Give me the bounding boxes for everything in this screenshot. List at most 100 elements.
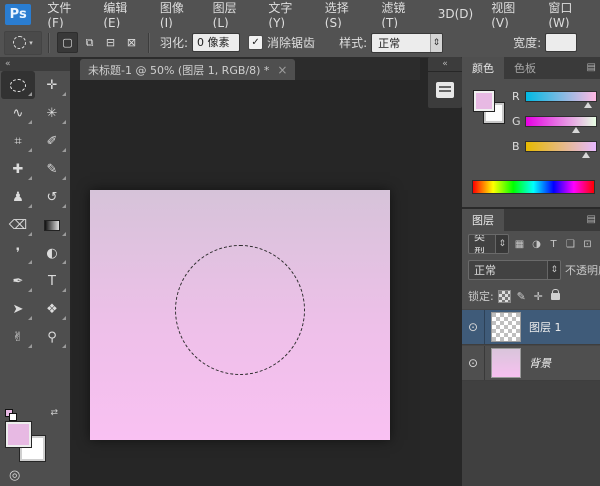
red-slider-handle[interactable] xyxy=(584,102,592,108)
brush-tool[interactable]: ✎ xyxy=(35,155,69,183)
green-slider[interactable] xyxy=(525,116,597,127)
lock-label: 锁定: xyxy=(468,288,494,304)
swap-colors-icon[interactable]: ⇄ xyxy=(50,408,58,418)
blur-tool[interactable]: ❜ xyxy=(1,239,35,267)
move-icon: ✛ xyxy=(47,78,58,93)
eraser-tool[interactable]: ⌫ xyxy=(1,211,35,239)
visibility-eye-icon[interactable]: ⊙ xyxy=(462,346,485,380)
foreground-color-swatch[interactable] xyxy=(474,91,494,111)
subtract-from-selection-button[interactable]: ⊟ xyxy=(101,33,120,52)
blue-slider-handle[interactable] xyxy=(582,152,590,158)
background-thumbnail[interactable] xyxy=(491,348,521,378)
blue-slider-label: B xyxy=(512,140,525,153)
panel-menu-icon[interactable]: ▤ xyxy=(587,62,596,73)
document-canvas[interactable] xyxy=(90,190,390,440)
history-brush-tool[interactable]: ↺ xyxy=(35,183,69,211)
menu-window[interactable]: 窗口(W) xyxy=(539,0,600,28)
opacity-label: 不透明度: xyxy=(565,262,600,278)
pen-tool[interactable]: ✒ xyxy=(1,267,35,295)
shape-icon: ❖ xyxy=(46,302,58,317)
document-tab-bar: 未标题-1 @ 50% (图层 1, RGB/8) * × xyxy=(70,57,420,80)
tab-color[interactable]: 颜色 xyxy=(462,57,504,79)
antialias-checkbox[interactable]: ✓ xyxy=(248,35,263,50)
menu-edit[interactable]: 编辑(E) xyxy=(94,0,151,28)
collapsed-dock: « xyxy=(428,57,462,108)
new-selection-button[interactable]: ▢ xyxy=(57,32,78,53)
gradient-tool[interactable] xyxy=(35,211,69,239)
collapsed-panel-icon[interactable] xyxy=(436,82,454,98)
tools-panel: « ✛ ∿ ✳ ⌗ ✐ ✚ ✎ ♟ ↺ ⌫ ❜ ◐ ✒ T ➤ ❖ ✌ ⚲ xyxy=(0,57,71,486)
filter-smart-objects-icon[interactable]: ⊡ xyxy=(581,239,594,250)
green-slider-handle[interactable] xyxy=(572,127,580,133)
magic-wand-tool[interactable]: ✳ xyxy=(35,99,69,127)
quick-mask-button[interactable]: ◎ xyxy=(9,468,31,484)
lock-all-icon[interactable] xyxy=(551,293,560,300)
healing-brush-tool[interactable]: ✚ xyxy=(1,155,35,183)
clone-stamp-tool[interactable]: ♟ xyxy=(1,183,35,211)
tool-preset-button[interactable]: ▾ xyxy=(4,31,42,55)
menu-file[interactable]: 文件(F) xyxy=(38,0,94,28)
menu-layer[interactable]: 图层(L) xyxy=(204,0,260,28)
menu-select[interactable]: 选择(S) xyxy=(316,0,373,28)
canvas-viewport[interactable] xyxy=(70,80,420,486)
type-icon: T xyxy=(48,274,56,289)
width-input[interactable] xyxy=(545,33,577,52)
intersect-selection-button[interactable]: ⊠ xyxy=(122,33,141,52)
tab-layers[interactable]: 图层 xyxy=(462,209,504,231)
toolbar-collapse-button[interactable]: « xyxy=(0,57,70,71)
layers-panel-menu-icon[interactable]: ▤ xyxy=(587,214,596,225)
filter-shape-layers-icon[interactable]: ❑ xyxy=(564,239,577,250)
add-to-selection-button[interactable]: ⧉ xyxy=(80,33,99,52)
elliptical-marquee-tool[interactable] xyxy=(1,71,35,99)
feather-label: 羽化: xyxy=(160,34,188,51)
lock-position-icon[interactable]: ✛ xyxy=(532,290,545,303)
blend-mode-select[interactable]: 正常 ⇕ xyxy=(468,260,561,280)
tool-grid: ✛ ∿ ✳ ⌗ ✐ ✚ ✎ ♟ ↺ ⌫ ❜ ◐ ✒ T ➤ ❖ ✌ ⚲ xyxy=(0,71,70,351)
gradient-icon xyxy=(44,220,60,231)
lasso-icon: ∿ xyxy=(13,106,24,121)
menu-3d[interactable]: 3D(D) xyxy=(429,0,482,28)
filter-type-layers-icon[interactable]: T xyxy=(547,239,560,250)
eyedropper-tool[interactable]: ✐ xyxy=(35,127,69,155)
default-colors-icon[interactable] xyxy=(5,409,17,421)
filter-pixel-layers-icon[interactable]: ▦ xyxy=(513,239,526,250)
shape-tool[interactable]: ❖ xyxy=(35,295,69,323)
color-spectrum-bar[interactable] xyxy=(472,180,595,194)
menu-image[interactable]: 图像(I) xyxy=(151,0,204,28)
divider xyxy=(48,33,50,53)
menu-view[interactable]: 视图(V) xyxy=(482,0,539,28)
menu-type[interactable]: 文字(Y) xyxy=(259,0,315,28)
lock-image-pixels-icon[interactable]: ✎ xyxy=(515,290,528,303)
feather-input[interactable]: 0 像素 xyxy=(192,33,240,52)
tab-swatches[interactable]: 色板 xyxy=(504,57,546,79)
menu-filter[interactable]: 滤镜(T) xyxy=(372,0,428,28)
hand-tool[interactable]: ✌ xyxy=(1,323,35,351)
layer-row-background[interactable]: ⊙ 背景 xyxy=(462,345,600,381)
filter-adjustment-layers-icon[interactable]: ◑ xyxy=(530,239,543,250)
path-selection-tool[interactable]: ➤ xyxy=(1,295,35,323)
dock-collapse-button[interactable]: « xyxy=(428,57,462,71)
blue-slider[interactable] xyxy=(525,141,597,152)
layer-filter-select[interactable]: 类型 ⇕ xyxy=(468,234,509,254)
menu-bar: Ps 文件(F) 编辑(E) 图像(I) 图层(L) 文字(Y) 选择(S) 滤… xyxy=(0,0,600,29)
move-tool[interactable]: ✛ xyxy=(35,71,69,99)
document-tab[interactable]: 未标题-1 @ 50% (图层 1, RGB/8) * × xyxy=(80,59,295,80)
color-swatches-block: ⇄ xyxy=(4,409,66,461)
layer1-thumbnail[interactable] xyxy=(491,312,521,342)
dodge-tool[interactable]: ◐ xyxy=(35,239,69,267)
crop-tool[interactable]: ⌗ xyxy=(1,127,35,155)
lock-transparent-pixels-icon[interactable] xyxy=(498,290,511,303)
layer-name: 图层 1 xyxy=(529,319,562,335)
layer-row-layer1[interactable]: ⊙ 图层 1 xyxy=(462,309,600,345)
type-tool[interactable]: T xyxy=(35,267,69,295)
layers-panel-tabs: 图层 ▤ xyxy=(462,209,600,231)
visibility-eye-icon[interactable]: ⊙ xyxy=(462,310,485,344)
red-slider[interactable] xyxy=(525,91,597,102)
close-tab-icon[interactable]: × xyxy=(277,63,287,77)
foreground-color-swatch[interactable] xyxy=(6,422,31,447)
lasso-tool[interactable]: ∿ xyxy=(1,99,35,127)
zoom-tool[interactable]: ⚲ xyxy=(35,323,69,351)
elliptical-marquee-icon xyxy=(10,79,26,92)
blend-mode-value: 正常 xyxy=(474,262,496,278)
style-select[interactable]: 正常 ⇕ xyxy=(371,33,443,53)
